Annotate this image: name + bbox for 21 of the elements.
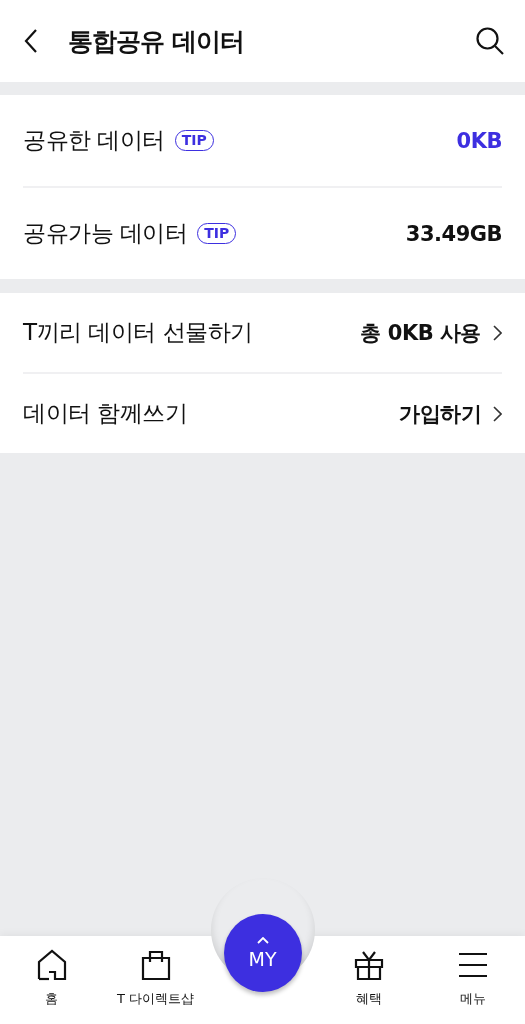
menu-icon xyxy=(458,952,489,978)
row-value: 가입하기 xyxy=(399,400,481,428)
row-label: T끼리 데이터 선물하기 xyxy=(23,318,253,347)
row-value: 총 0KB 사용 xyxy=(360,319,481,347)
search-button[interactable] xyxy=(475,26,505,56)
shopping-bag-icon xyxy=(140,949,171,981)
row-value: 0KB xyxy=(456,128,502,153)
nav-tab[interactable]: 혜택 xyxy=(317,936,422,1024)
nav-tab[interactable]: 홈 xyxy=(0,936,104,1024)
chevron-up-icon xyxy=(256,936,269,944)
chevron-right-icon[interactable] xyxy=(493,405,502,422)
back-button[interactable] xyxy=(24,28,38,54)
nav-tab[interactable]: 메뉴 xyxy=(421,936,525,1024)
nav-tab[interactable]: T 다이렉트샵 xyxy=(103,936,208,1024)
row-label: 공유한 데이터 xyxy=(23,126,165,155)
gift-icon xyxy=(353,949,386,981)
page-title: 통합공유 데이터 xyxy=(68,25,245,58)
row-value: 33.49GB xyxy=(405,221,502,246)
chevron-right-icon[interactable] xyxy=(493,324,502,341)
row-label: 공유가능 데이터 xyxy=(23,219,188,248)
row-label: 데이터 함께쓰기 xyxy=(23,399,188,428)
